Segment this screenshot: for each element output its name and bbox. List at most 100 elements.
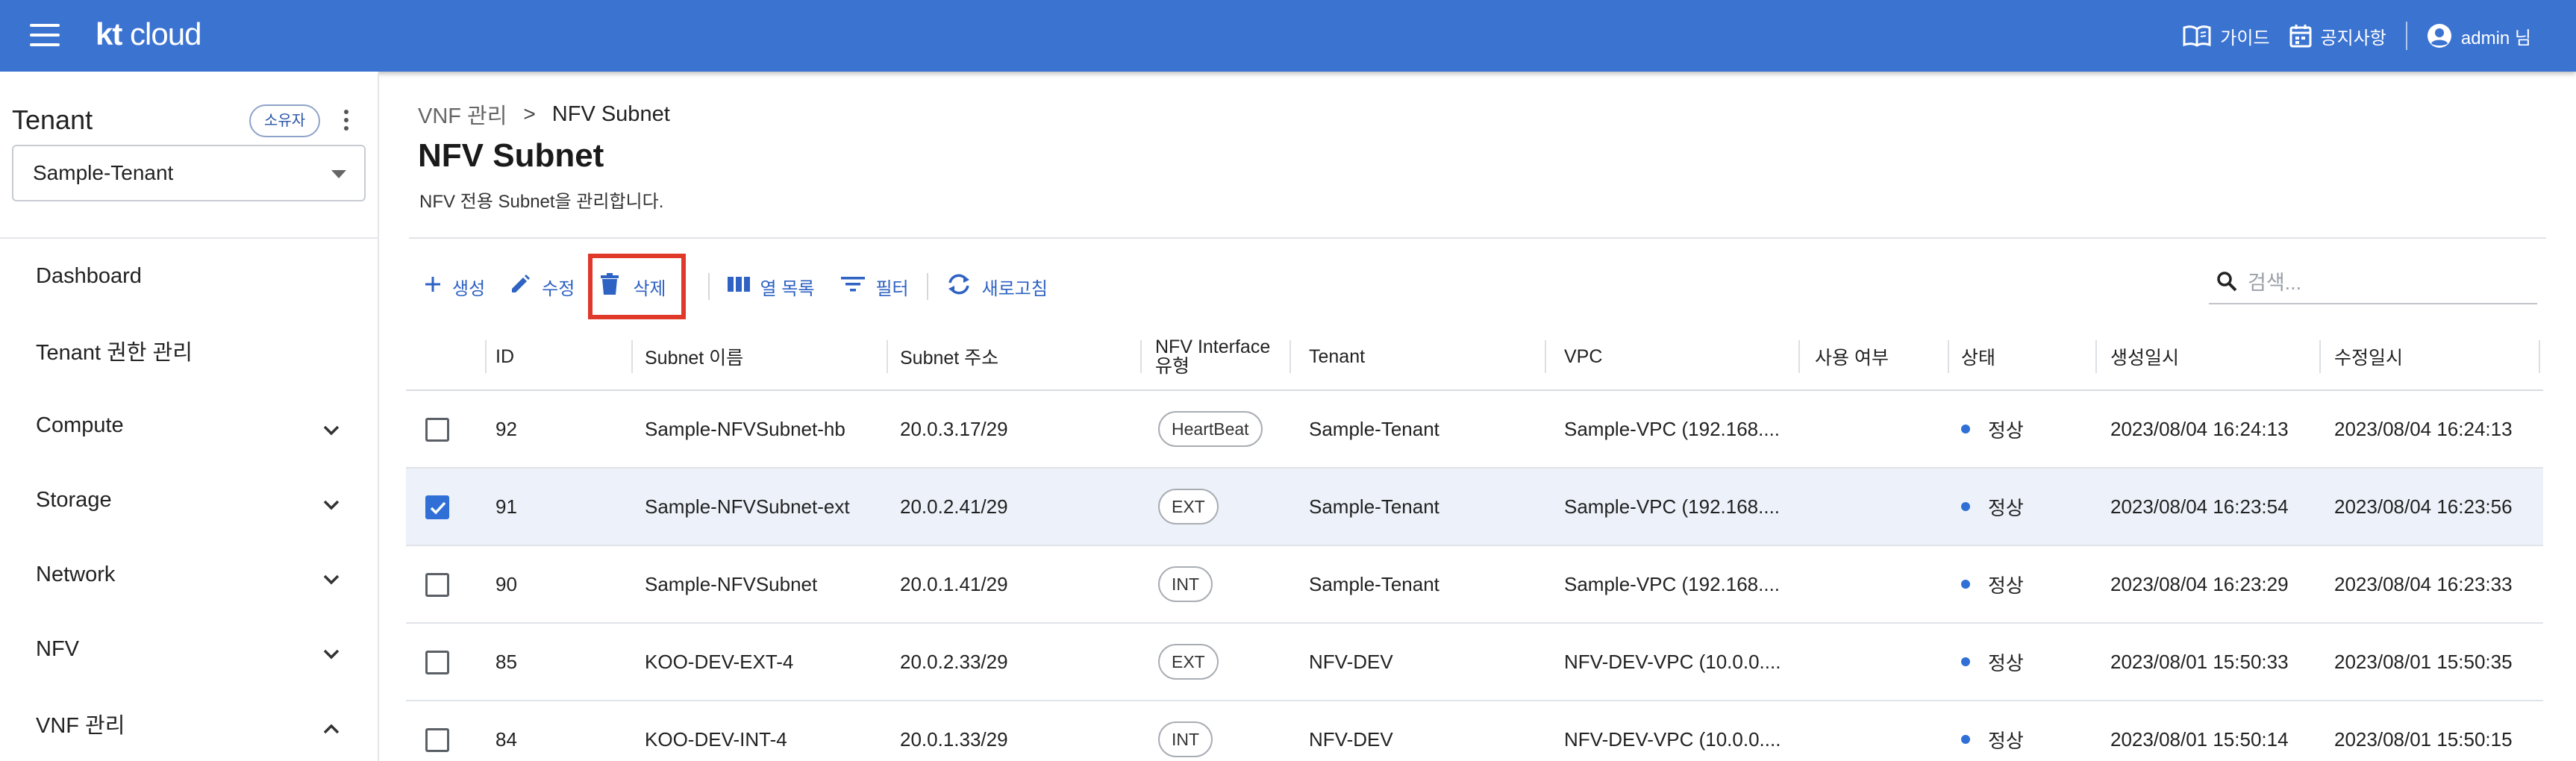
column-divider — [1140, 340, 1142, 373]
cell-vpc: Sample-VPC (192.168.... — [1564, 495, 1781, 518]
sidebar-item-dashboard[interactable]: Dashboard — [0, 239, 378, 313]
refresh-icon — [946, 273, 972, 301]
cell-subnet-address: 20.0.1.33/29 — [900, 727, 1008, 751]
sidebar-item-label: Dashboard — [36, 263, 142, 288]
more-vert-icon[interactable] — [339, 107, 354, 134]
column-header-line: NFV Interface — [1155, 336, 1271, 357]
tenant-select[interactable]: Sample-Tenant — [12, 145, 366, 201]
cell-id: 85 — [495, 650, 517, 673]
cell-subnet-name: KOO-DEV-EXT-4 — [645, 650, 794, 673]
search-input[interactable] — [2248, 271, 2516, 295]
column-divider — [1289, 340, 1291, 373]
cell-vpc: Sample-VPC (192.168.... — [1564, 572, 1781, 595]
row-checkbox[interactable] — [425, 418, 449, 442]
row-checkbox[interactable] — [425, 651, 449, 674]
sidebar-item-tenant-permissions[interactable]: Tenant 권한 관리 — [0, 313, 378, 388]
sidebar-item-label: VNF 관리 — [36, 714, 125, 738]
column-divider — [631, 340, 633, 373]
book-icon — [2183, 25, 2211, 47]
table-row[interactable]: 90 Sample-NFVSubnet 20.0.1.41/29 INT Sam… — [406, 546, 2543, 624]
owner-badge: 소유자 — [249, 104, 321, 137]
nfv-type-chip: INT — [1158, 566, 1213, 602]
row-checkbox[interactable] — [425, 728, 449, 752]
cell-modified: 2023/08/04 16:23:56 — [2334, 495, 2513, 518]
sidebar-item-nfv[interactable]: NFV — [0, 612, 378, 686]
column-header-status[interactable]: 상태 — [1961, 322, 1995, 391]
column-divider — [2095, 340, 2097, 373]
cell-modified: 2023/08/01 15:50:35 — [2334, 650, 2513, 673]
cell-modified: 2023/08/04 16:23:33 — [2334, 572, 2513, 595]
sidebar-item-compute[interactable]: Compute — [0, 388, 378, 463]
dropdown-arrow-icon — [331, 170, 346, 178]
cell-vpc: NFV-DEV-VPC (10.0.0.... — [1564, 650, 1781, 673]
cell-tenant: Sample-Tenant — [1309, 495, 1439, 518]
column-header-subnet-name[interactable]: Subnet 이름 — [645, 322, 743, 391]
nfv-type-chip: HeartBeat — [1158, 411, 1263, 447]
column-header-created[interactable]: 생성일시 — [2110, 322, 2179, 391]
guide-label: 가이드 — [2220, 28, 2270, 48]
cell-created: 2023/08/04 16:23:54 — [2110, 495, 2289, 518]
table-row[interactable]: 85 KOO-DEV-EXT-4 20.0.2.33/29 EXT NFV-DE… — [406, 624, 2543, 701]
main-content: VNF 관리 > NFV Subnet NFV Subnet NFV 전용 Su… — [379, 72, 2576, 761]
status-dot — [1961, 657, 1970, 666]
nfv-type-chip: EXT — [1158, 644, 1219, 680]
refresh-label: 새로고침 — [981, 278, 1048, 299]
column-header-id[interactable]: ID — [495, 322, 514, 391]
sidebar-item-storage[interactable]: Storage — [0, 463, 378, 537]
logo-product: cloud — [122, 16, 201, 51]
user-menu[interactable]: admin 님 — [2427, 23, 2531, 49]
column-header-in-use[interactable]: 사용 여부 — [1815, 322, 1889, 391]
refresh-button[interactable]: 새로고침 — [946, 267, 1048, 306]
cell-id: 92 — [495, 417, 517, 440]
cell-modified: 2023/08/04 16:24:13 — [2334, 417, 2513, 440]
page-title: NFV Subnet — [418, 137, 604, 174]
column-header-line: 유형 — [1155, 356, 1190, 377]
filter-icon — [841, 275, 866, 298]
column-header-nfv-interface-type[interactable]: NFV Interface 유형 — [1155, 322, 1270, 391]
account-circle-icon — [2427, 23, 2452, 48]
cell-modified: 2023/08/01 15:50:15 — [2334, 727, 2513, 751]
table-row[interactable]: 91 Sample-NFVSubnet-ext 20.0.2.41/29 EXT… — [406, 469, 2543, 546]
create-label: 생성 — [452, 278, 486, 299]
cell-status: 정상 — [1988, 496, 2024, 519]
subnet-table: ID Subnet 이름 Subnet 주소 NFV Interface 유형 T… — [406, 322, 2543, 761]
guide-link[interactable]: 가이드 — [2183, 23, 2270, 49]
column-header-vpc[interactable]: VPC — [1564, 322, 1602, 391]
row-checkbox[interactable] — [425, 495, 449, 519]
edit-label: 수정 — [542, 278, 575, 299]
sidebar-item-vnf-management[interactable]: VNF 관리 — [0, 686, 378, 761]
column-divider — [2539, 340, 2540, 373]
cell-tenant: NFV-DEV — [1309, 727, 1393, 751]
filter-button[interactable]: 필터 — [841, 267, 909, 306]
column-header-tenant[interactable]: Tenant — [1309, 322, 1365, 391]
table-row[interactable]: 84 KOO-DEV-INT-4 20.0.1.33/29 INT NFV-DE… — [406, 701, 2543, 761]
search-icon — [2216, 271, 2237, 295]
cell-created: 2023/08/01 15:50:14 — [2110, 727, 2289, 751]
edit-button[interactable]: 수정 — [509, 267, 575, 306]
cell-vpc: Sample-VPC (192.168.... — [1564, 417, 1781, 440]
column-header-modified[interactable]: 수정일시 — [2334, 322, 2403, 391]
chevron-down-icon — [322, 642, 340, 666]
table-row[interactable]: 92 Sample-NFVSubnet-hb 20.0.3.17/29 Hear… — [406, 391, 2543, 469]
delete-button[interactable]: 삭제 — [588, 254, 686, 319]
nfv-type-chip: EXT — [1158, 489, 1219, 524]
chevron-down-icon — [322, 567, 340, 592]
notice-link[interactable]: 공지사항 — [2289, 23, 2386, 49]
column-header-subnet-address[interactable]: Subnet 주소 — [900, 322, 998, 391]
column-divider — [1948, 340, 1949, 373]
breadcrumb-parent[interactable]: VNF 관리 — [418, 98, 507, 130]
sidebar-item-network[interactable]: Network — [0, 537, 378, 612]
logo[interactable]: kt cloud — [96, 16, 201, 52]
tenant-title: Tenant — [12, 104, 93, 135]
page-description: NFV 전용 Subnet을 관리합니다. — [419, 192, 664, 212]
columns-button[interactable]: 열 목록 — [727, 267, 814, 306]
column-divider — [1545, 340, 1546, 373]
pencil-icon — [509, 273, 531, 301]
menu-icon[interactable] — [30, 24, 60, 46]
row-checkbox[interactable] — [425, 573, 449, 597]
cell-created: 2023/08/01 15:50:33 — [2110, 650, 2289, 673]
notice-label: 공지사항 — [2320, 28, 2386, 48]
status-dot — [1961, 580, 1970, 589]
cell-status: 정상 — [1988, 574, 2024, 597]
create-button[interactable]: 생성 — [424, 267, 485, 306]
